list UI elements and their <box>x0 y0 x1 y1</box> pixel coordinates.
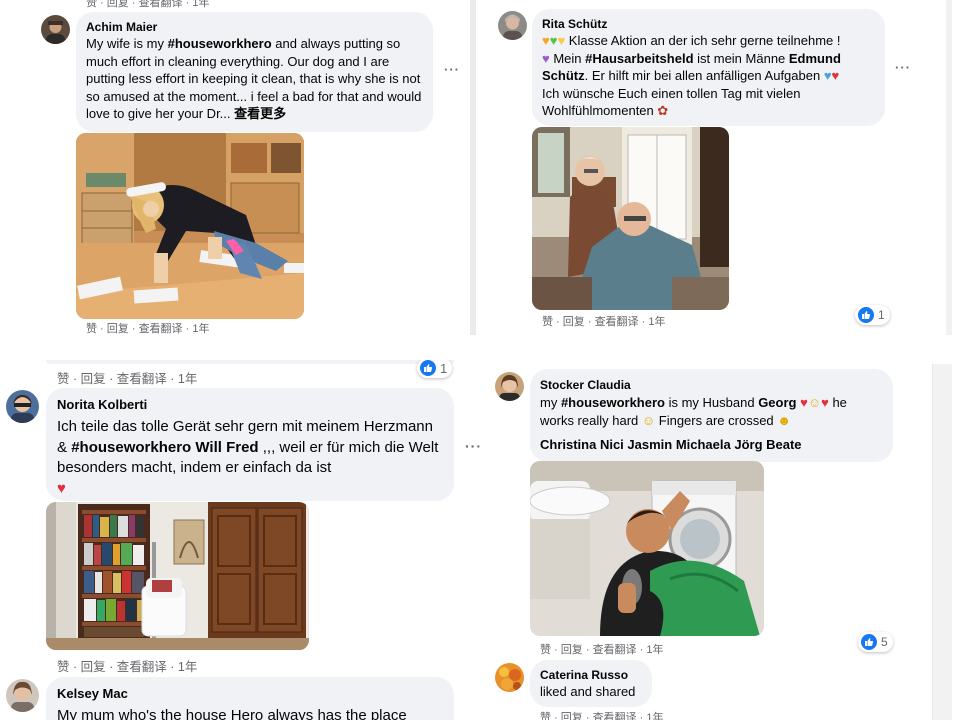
more-options-icon[interactable]: ··· <box>444 62 460 77</box>
comment-text: my #houseworkhero is my Husband Georg ♥☺… <box>540 395 847 428</box>
timestamp: 1年 <box>177 372 198 386</box>
reply-link[interactable]: 回复 <box>81 372 106 386</box>
see-more-link[interactable]: 查看更多 <box>234 106 286 121</box>
comment-photo[interactable] <box>532 127 729 310</box>
comment-text: My wife is my #houseworkhero and always … <box>86 36 422 121</box>
reaction-count: 1 <box>878 308 885 322</box>
comment-actions-row: 赞 · 回复 · 查看翻译 · 1年 <box>57 660 198 674</box>
like-link[interactable]: 赞 <box>86 323 97 335</box>
comment-panel-norita: 赞 · 回复 · 查看翻译 · 1年 1 Norita Kolberti Ich… <box>0 360 476 720</box>
like-link[interactable]: 赞 <box>540 644 551 656</box>
reply-link[interactable]: 回复 <box>563 316 585 328</box>
mention-link[interactable]: Will Fred <box>195 439 258 456</box>
reply-link[interactable]: 回复 <box>81 660 106 674</box>
avatar[interactable] <box>6 390 39 423</box>
comment-text: liked and shared <box>540 684 636 699</box>
avatar[interactable] <box>495 372 524 401</box>
like-link[interactable]: 赞 <box>540 712 551 720</box>
comment-bubble: Rita Schütz ♥♥♥ Klasse Aktion an der ich… <box>532 9 885 126</box>
top-actions-row: 赞 · 回复 · 查看翻译 · 1年 <box>86 0 209 10</box>
comment-panel-rita: Rita Schütz ♥♥♥ Klasse Aktion an der ich… <box>476 0 952 335</box>
comment-author[interactable]: Achim Maier <box>86 19 423 35</box>
reply-link[interactable]: 回复 <box>107 0 129 9</box>
hashtag-link[interactable]: #houseworkhero <box>168 36 272 51</box>
comment-photo[interactable] <box>46 502 309 650</box>
comment-bubble: Achim Maier My wife is my #houseworkhero… <box>76 12 433 132</box>
heart-emoji: ♥ <box>57 479 66 497</box>
translate-link[interactable]: 查看翻译 <box>593 712 637 720</box>
comment-author[interactable]: Caterina Russo <box>540 667 642 683</box>
comment-author[interactable]: Kelsey Mac <box>57 685 443 703</box>
like-link[interactable]: 赞 <box>542 316 553 328</box>
avatar[interactable] <box>41 15 70 44</box>
comment-panel-claudia: Stocker Claudia my #houseworkhero is my … <box>476 364 932 720</box>
comment-photo[interactable] <box>530 461 764 636</box>
comment-text: My mum who's the house Hero always has t… <box>57 707 407 720</box>
rose-emoji: ✿ <box>657 103 669 118</box>
translate-link[interactable]: 查看翻译 <box>139 0 183 9</box>
more-options-icon[interactable]: ··· <box>465 438 482 454</box>
emoji-hearts: ♥ <box>542 33 550 48</box>
reply-link[interactable]: 回复 <box>107 323 129 335</box>
reaction-count-badge[interactable]: 1 <box>417 360 453 378</box>
scrollbar-track[interactable] <box>932 364 952 720</box>
comment-author[interactable]: Rita Schütz <box>542 16 875 32</box>
reply-link[interactable]: 回复 <box>561 712 583 720</box>
timestamp: 1年 <box>177 660 198 674</box>
like-link[interactable]: 赞 <box>86 0 97 9</box>
smile-emoji: ☺ <box>641 413 656 428</box>
reaction-count-badge[interactable]: 5 <box>858 632 893 652</box>
timestamp: 1年 <box>648 316 666 328</box>
comment-author[interactable]: Stocker Claudia <box>540 377 883 393</box>
translate-link[interactable]: 查看翻译 <box>593 644 637 656</box>
reply-link[interactable]: 回复 <box>561 644 583 656</box>
comment-bubble: Caterina Russo liked and shared <box>530 660 652 707</box>
timestamp: 1年 <box>192 323 210 335</box>
comment-actions-row: 赞 · 回复 · 查看翻译 · 1年 <box>542 316 666 328</box>
comment-actions-row: 赞 · 回复 · 查看翻译 · 1年 <box>540 709 663 720</box>
avatar[interactable] <box>6 679 39 712</box>
hashtag-link[interactable]: #houseworkhero <box>71 439 191 456</box>
heart-eyes-emoji: ☻ <box>777 413 791 428</box>
translate-link[interactable]: 查看翻译 <box>117 372 167 386</box>
reaction-count: 1 <box>440 360 448 376</box>
reaction-count-badge[interactable]: 1 <box>855 305 890 325</box>
translate-link[interactable]: 查看翻译 <box>595 316 639 328</box>
thumbs-up-icon <box>858 307 874 323</box>
like-link[interactable]: 赞 <box>57 660 70 674</box>
timestamp: 1年 <box>192 0 210 9</box>
avatar[interactable] <box>498 11 527 40</box>
heart-emoji: ♥ <box>800 395 808 410</box>
thumbs-up-icon <box>420 360 436 376</box>
comment-bubble: Stocker Claudia my #houseworkhero is my … <box>530 369 893 462</box>
reaction-count: 5 <box>881 635 888 649</box>
like-link[interactable]: 赞 <box>57 372 70 386</box>
more-options-icon[interactable]: ··· <box>895 60 911 75</box>
comment-photo[interactable] <box>76 133 304 319</box>
mention-link[interactable]: Georg <box>758 395 796 410</box>
avatar[interactable] <box>495 663 524 692</box>
comment-bubble: Norita Kolberti Ich teile das tolle Gerä… <box>46 388 454 501</box>
panel-divider <box>0 335 960 360</box>
comment-actions-row: 赞 · 回复 · 查看翻译 · 1年 <box>540 644 664 656</box>
translate-link[interactable]: 查看翻译 <box>117 660 167 674</box>
comment-author[interactable]: Norita Kolberti <box>57 396 443 414</box>
translate-link[interactable]: 查看翻译 <box>139 323 183 335</box>
hashtag-link[interactable]: #houseworkhero <box>561 395 665 410</box>
comment-text: Ich teile das tolle Gerät sehr gern mit … <box>57 418 439 497</box>
comment-actions-row: 赞 · 回复 · 查看翻译 · 1年 <box>86 323 210 335</box>
comment-panel-achim: 赞 · 回复 · 查看翻译 · 1年 Achim Maier My wife i… <box>0 0 470 335</box>
tagged-friends-link[interactable]: Christina Nici Jasmin Michaela Jörg Beat… <box>540 436 883 454</box>
timestamp: 1年 <box>646 712 664 720</box>
panel-edge <box>946 0 952 335</box>
timestamp: 1年 <box>646 644 664 656</box>
comment-bubble: Kelsey Mac My mum who's the house Hero a… <box>46 677 454 720</box>
top-actions-row: 赞 · 回复 · 查看翻译 · 1年 <box>57 372 198 386</box>
comment-text: ♥♥♥ Klasse Aktion an der ich sehr gerne … <box>542 33 841 118</box>
thumbs-up-icon <box>861 634 877 650</box>
hashtag-link[interactable]: #Hausarbeitsheld <box>585 51 693 66</box>
